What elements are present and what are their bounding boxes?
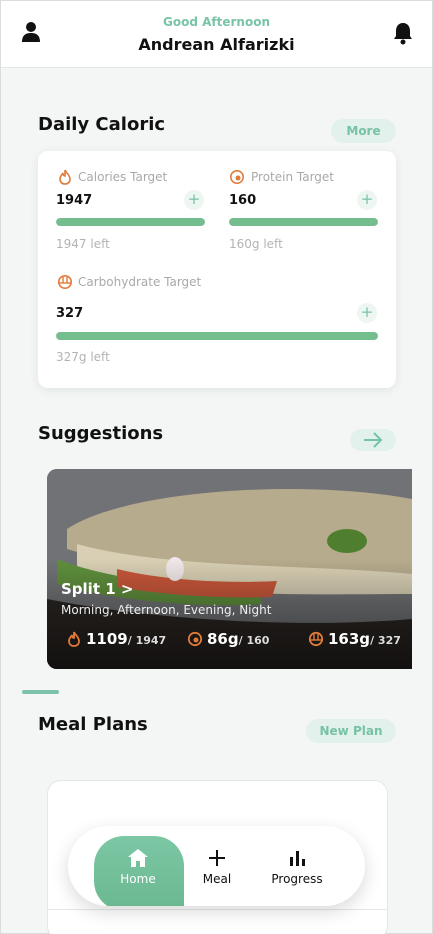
nav-label-home: Home [120, 872, 156, 886]
nav-item-meal[interactable]: Meal [177, 848, 257, 886]
daily-caloric-title: Daily Caloric [38, 114, 166, 135]
nav-label-meal: Meal [202, 872, 232, 886]
meal-plans-title: Meal Plans [38, 714, 148, 735]
plus-icon [209, 850, 225, 866]
nav-item-home[interactable]: Home [98, 848, 178, 886]
carbohydrate-progress-bar [56, 332, 378, 340]
calories-progress-bar [56, 218, 205, 226]
add-carbohydrate-button[interactable]: + [357, 303, 377, 323]
protein-left-text: 160g left [229, 237, 283, 251]
suggestion-title[interactable]: Split 1 > [61, 580, 133, 598]
carbohydrate-progress-fill [56, 332, 378, 340]
bell-icon[interactable] [392, 21, 414, 45]
nav-item-progress[interactable]: Progress [257, 848, 337, 886]
calories-progress-fill [56, 218, 205, 226]
calories-target-label: Calories Target [78, 170, 168, 184]
home-icon [128, 849, 148, 867]
add-protein-button[interactable]: + [357, 190, 377, 210]
carb-icon [308, 631, 324, 647]
carbohydrate-target-label: Carbohydrate Target [78, 275, 202, 289]
bottom-navigation: Home Meal Progress [68, 826, 365, 906]
suggestion-subtitle: Morning, Afternoon, Evening, Night [61, 603, 272, 617]
add-calories-button[interactable]: + [184, 190, 204, 210]
suggestion-calories-value: 1109 [86, 630, 128, 648]
carbohydrate-target-value: 327 [56, 306, 84, 321]
suggestions-next-button[interactable] [350, 429, 396, 451]
arrow-right-icon [364, 432, 383, 448]
flame-icon [68, 631, 80, 647]
protein-target-label: Protein Target [251, 170, 335, 184]
daily-caloric-card: Calories Target 1947 + 1947 left Protein… [38, 151, 396, 388]
calories-left-text: 1947 left [56, 237, 110, 251]
protein-progress-bar [229, 218, 378, 226]
suggestion-protein-total: / 160 [238, 634, 270, 647]
app-header: Good Afternoon Andrean Alfarizki [1, 1, 432, 68]
protein-target-value: 160 [229, 193, 257, 208]
user-name: Andrean Alfarizki [138, 35, 295, 54]
bar-chart-icon [290, 851, 305, 866]
suggestion-card[interactable]: Split 1 > Morning, Afternoon, Evening, N… [47, 469, 412, 669]
protein-progress-fill [229, 218, 378, 226]
more-button[interactable]: More [331, 119, 396, 143]
flame-icon [59, 169, 71, 185]
suggestion-protein-value: 86g [207, 630, 239, 648]
suggestion-carbs: 163g/ 327 [328, 630, 401, 648]
suggestions-title: Suggestions [38, 423, 164, 444]
suggestion-carbs-value: 163g [328, 630, 371, 648]
greeting-text: Good Afternoon [163, 15, 270, 29]
carousel-indicator [22, 690, 59, 694]
nav-label-progress: Progress [271, 872, 323, 886]
suggestion-carbs-total: / 327 [370, 634, 401, 647]
suggestion-protein: 86g/ 160 [207, 630, 269, 648]
calories-target-value: 1947 [56, 193, 93, 208]
new-plan-button[interactable]: New Plan [306, 719, 396, 743]
protein-icon [230, 170, 244, 184]
protein-icon [187, 631, 203, 647]
suggestion-calories-total: / 1947 [127, 634, 167, 647]
suggestion-calories: 1109/ 1947 [86, 630, 166, 648]
meal-card-divider [47, 909, 388, 910]
carbohydrate-left-text: 327g left [56, 350, 110, 364]
carb-icon [58, 275, 72, 289]
